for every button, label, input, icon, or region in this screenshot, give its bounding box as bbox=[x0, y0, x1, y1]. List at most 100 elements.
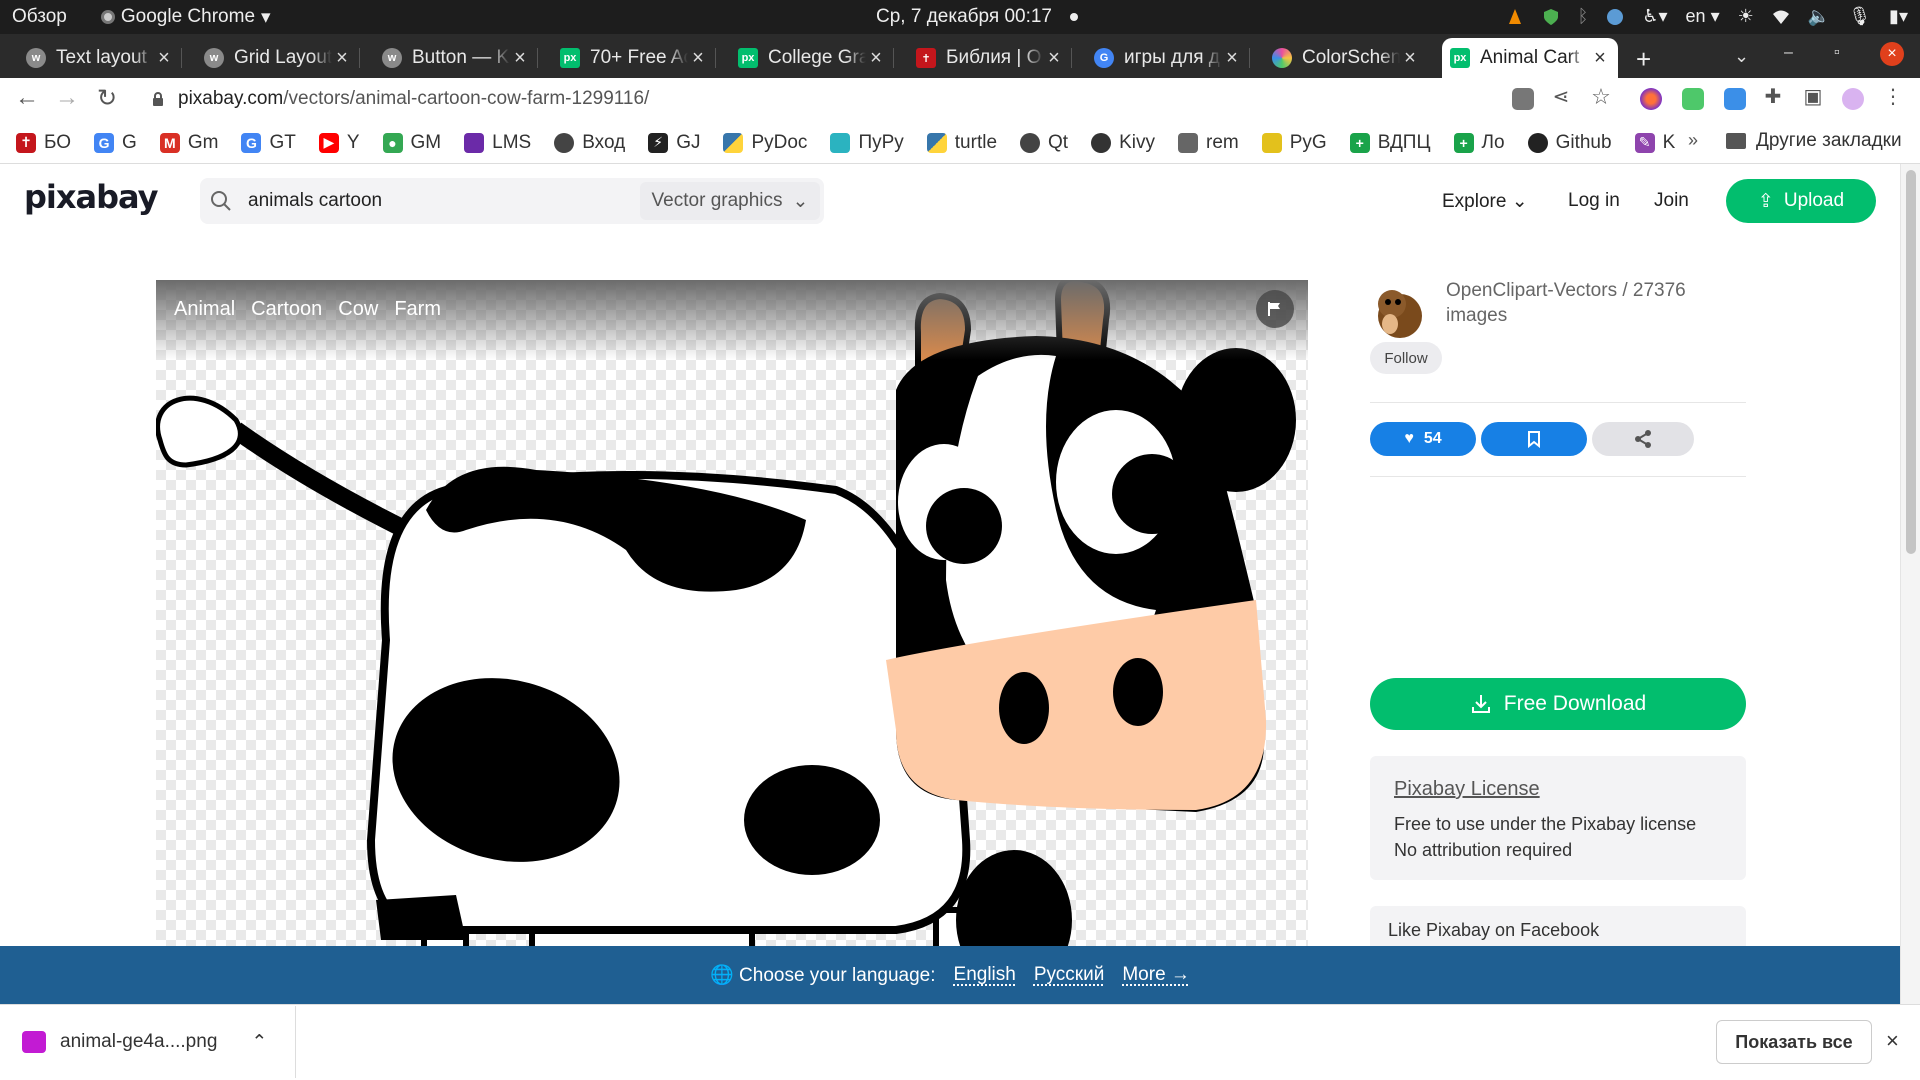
tab-text-layout[interactable]: w Text layout × bbox=[18, 38, 182, 78]
tab-button[interactable]: w Button — K × bbox=[374, 38, 538, 78]
language-option-more[interactable]: More → bbox=[1122, 964, 1190, 986]
free-download-button[interactable]: Free Download bbox=[1370, 678, 1746, 730]
bookmark-item[interactable]: rem bbox=[1178, 132, 1239, 154]
upload-button[interactable]: ⇪ Upload bbox=[1726, 179, 1876, 223]
reload-icon[interactable]: ↻ bbox=[92, 84, 122, 113]
close-icon[interactable]: × bbox=[688, 47, 708, 70]
close-icon[interactable]: × bbox=[510, 47, 530, 70]
extension-green-icon[interactable] bbox=[1682, 88, 1704, 110]
tag-link[interactable]: Cartoon bbox=[251, 298, 322, 321]
bookmark-item[interactable]: Kivy bbox=[1091, 132, 1155, 154]
bookmark-item[interactable]: PyDoc bbox=[723, 132, 807, 154]
url-field[interactable]: pixabay.com/vectors/animal-cartoon-cow-f… bbox=[178, 88, 649, 110]
shield-icon[interactable] bbox=[1542, 8, 1560, 26]
close-shelf-icon[interactable]: × bbox=[1886, 1028, 1899, 1054]
bookmark-item[interactable]: Qt bbox=[1020, 132, 1068, 154]
microphone-icon[interactable]: 🎙 bbox=[1848, 6, 1871, 27]
language-option-russian[interactable]: Русский bbox=[1034, 964, 1105, 986]
bookmark-item[interactable]: ✎ K bbox=[1634, 132, 1675, 154]
extensions-puzzle-icon[interactable]: ✚ bbox=[1758, 84, 1788, 109]
bluetooth-icon[interactable]: ᛒ bbox=[1578, 6, 1589, 27]
wifi-icon[interactable] bbox=[1772, 8, 1790, 26]
author-name[interactable]: OpenClipart-Vectors / 27376 images bbox=[1446, 278, 1706, 328]
login-link[interactable]: Log in bbox=[1568, 190, 1620, 212]
volume-icon[interactable]: 🔈 bbox=[1808, 6, 1830, 27]
tab-games[interactable]: G игры для д × bbox=[1086, 38, 1250, 78]
facebook-like-box[interactable]: Like Pixabay on Facebook bbox=[1370, 906, 1746, 946]
explore-menu[interactable]: Explore ⌄ bbox=[1442, 190, 1528, 213]
lock-icon[interactable] bbox=[152, 92, 164, 106]
bookmark-item[interactable]: LMS bbox=[464, 132, 531, 154]
close-icon[interactable]: × bbox=[1590, 47, 1610, 70]
bookmark-item[interactable]: GG bbox=[94, 132, 137, 154]
profile-icon[interactable] bbox=[1842, 88, 1864, 110]
image-preview[interactable] bbox=[156, 280, 1308, 946]
bookmark-item[interactable]: ПуРу bbox=[830, 132, 904, 154]
like-button[interactable]: ♥ 54 bbox=[1370, 422, 1476, 456]
back-arrow-icon[interactable]: ← bbox=[12, 84, 42, 112]
activities-button[interactable]: Обзор bbox=[12, 6, 67, 28]
tab-animal-cartoon[interactable]: px Animal Cart × bbox=[1442, 38, 1618, 78]
vlc-icon[interactable] bbox=[1506, 8, 1524, 26]
bookmark-item[interactable]: ⚡ GJ bbox=[648, 132, 700, 154]
firefox-ext-icon[interactable] bbox=[1640, 88, 1662, 110]
bookmark-item[interactable]: ● GM bbox=[382, 132, 441, 154]
bookmarks-overflow-button[interactable]: » bbox=[1688, 130, 1698, 151]
tab-free-ac[interactable]: px 70+ Free Ac × bbox=[552, 38, 716, 78]
search-icon[interactable] bbox=[210, 190, 232, 212]
accessibility-icon[interactable]: ♿▾ bbox=[1642, 6, 1667, 27]
language-option-english[interactable]: English bbox=[954, 964, 1016, 986]
network-globe-icon[interactable] bbox=[1606, 8, 1624, 26]
bookmark-item[interactable]: turtle bbox=[926, 132, 997, 154]
app-menu[interactable]: Google Chrome ▾ bbox=[100, 6, 271, 29]
tab-bible[interactable]: ✝ Библия | О × bbox=[908, 38, 1072, 78]
share-icon[interactable]: ⋖ bbox=[1546, 84, 1576, 109]
search-type-dropdown[interactable]: Vector graphics ⌄ bbox=[640, 182, 820, 220]
battery-icon[interactable]: ▮▾ bbox=[1889, 6, 1908, 27]
download-item[interactable]: animal-ge4a....png ⌃ bbox=[0, 1006, 296, 1078]
bookmark-item[interactable]: ✝ БО bbox=[16, 132, 71, 154]
tab-search-chevron-icon[interactable]: ⌄ bbox=[1734, 46, 1749, 67]
scrollbar-thumb[interactable] bbox=[1906, 170, 1916, 554]
keyboard-layout[interactable]: en ▾ bbox=[1686, 6, 1720, 27]
brightness-icon[interactable]: ☀ bbox=[1738, 6, 1754, 27]
tag-link[interactable]: Animal bbox=[174, 298, 235, 321]
forward-arrow-icon[interactable]: → bbox=[52, 84, 82, 112]
chevron-up-icon[interactable]: ⌃ bbox=[251, 1031, 267, 1054]
bookmark-item[interactable]: + ВДПЦ bbox=[1349, 132, 1431, 154]
tab-grid-layout[interactable]: w Grid Layout × bbox=[196, 38, 360, 78]
bookmark-item[interactable]: M Gm bbox=[159, 132, 218, 154]
tab-colorscheme[interactable]: ColorSchen × bbox=[1264, 38, 1428, 78]
close-icon[interactable]: × bbox=[332, 47, 352, 70]
report-flag-button[interactable] bbox=[1256, 290, 1294, 328]
bookmark-star-icon[interactable]: ☆ bbox=[1586, 84, 1616, 110]
bookmark-item[interactable]: Github bbox=[1527, 132, 1612, 154]
new-tab-plus-icon[interactable]: + bbox=[1636, 44, 1651, 75]
close-icon[interactable]: × bbox=[1400, 47, 1420, 70]
pixabay-logo[interactable]: pixabay bbox=[24, 178, 158, 216]
search-input[interactable] bbox=[248, 188, 628, 214]
clock[interactable]: Ср, 7 декабря 00:17 bbox=[876, 6, 1078, 28]
share-button[interactable] bbox=[1592, 422, 1694, 456]
bookmark-item[interactable]: PyG bbox=[1261, 132, 1327, 154]
show-all-downloads-button[interactable]: Показать все bbox=[1716, 1020, 1872, 1064]
tag-link[interactable]: Cow bbox=[338, 298, 378, 321]
close-icon[interactable]: × bbox=[1044, 47, 1064, 70]
sidepanel-icon[interactable]: ▣ bbox=[1798, 84, 1828, 109]
license-link[interactable]: Pixabay License bbox=[1394, 778, 1722, 801]
bookmark-item[interactable]: Вход bbox=[554, 132, 625, 154]
bookmark-item[interactable]: ▶ Y bbox=[318, 132, 360, 154]
restore-icon[interactable]: ▫ bbox=[1834, 44, 1840, 62]
other-bookmarks-folder[interactable]: Другие закладки bbox=[1726, 130, 1902, 152]
follow-button[interactable]: Follow bbox=[1370, 342, 1442, 374]
translate-icon[interactable] bbox=[1512, 88, 1534, 110]
menu-kebab-icon[interactable]: ⋮ bbox=[1878, 84, 1908, 109]
tab-college[interactable]: px College Gra × bbox=[730, 38, 894, 78]
close-icon[interactable]: × bbox=[1222, 47, 1242, 70]
window-close-icon[interactable]: × bbox=[1880, 42, 1904, 66]
close-icon[interactable]: × bbox=[866, 47, 886, 70]
extension-badge-icon[interactable] bbox=[1724, 88, 1746, 110]
minimize-icon[interactable]: – bbox=[1784, 44, 1793, 62]
tag-link[interactable]: Farm bbox=[394, 298, 441, 321]
author-avatar[interactable] bbox=[1370, 278, 1430, 340]
